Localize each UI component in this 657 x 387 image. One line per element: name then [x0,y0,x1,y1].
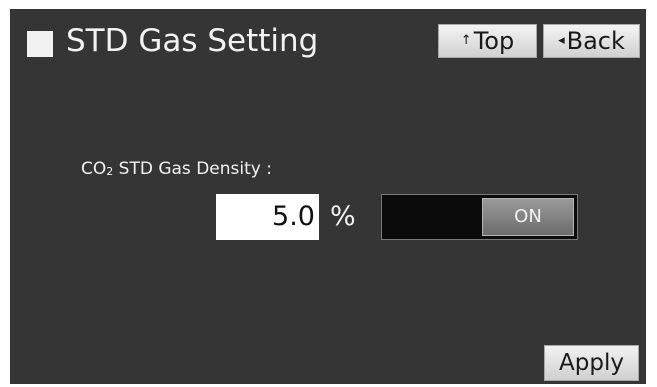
unit-label: % [330,201,356,232]
top-button-label: Top [473,27,515,55]
top-button[interactable]: ↑ Top [438,24,537,58]
up-arrow-icon: ↑ [460,33,472,48]
co2-density-label: CO2 STD Gas Density : [81,157,272,184]
title-square-icon [27,31,53,57]
label-prefix: CO [81,159,107,179]
label-suffix: STD Gas Density : [113,159,272,179]
std-gas-setting-screen: STD Gas Setting ↑ Top ◂ Back CO2 STD Gas… [10,9,646,384]
density-toggle-switch[interactable]: ON [381,194,578,240]
apply-button[interactable]: Apply [544,345,639,381]
left-arrow-icon: ◂ [558,33,565,48]
back-button-label: Back [566,27,625,55]
density-value-field[interactable]: 5.0 [216,194,319,240]
back-button[interactable]: ◂ Back [543,24,640,58]
toggle-on-knob[interactable]: ON [482,198,574,236]
page-title: STD Gas Setting [66,23,319,59]
